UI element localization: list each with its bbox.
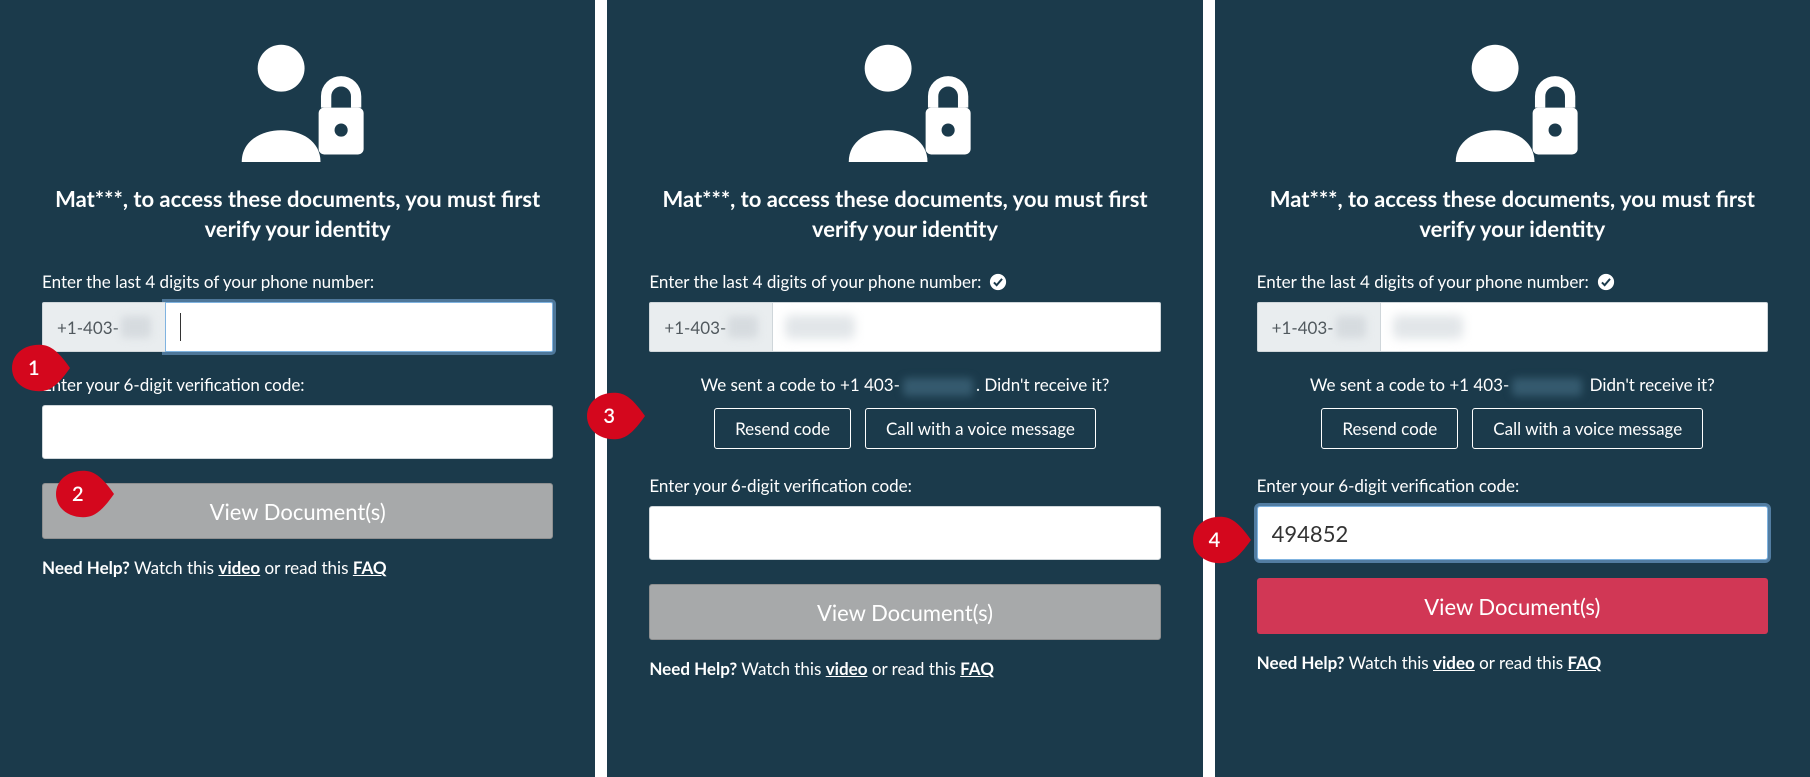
verify-panel-1: Mat***, to access these documents, you m…	[0, 0, 595, 777]
voice-call-button[interactable]: Call with a voice message	[1472, 408, 1703, 449]
phone-prefix: +1-403-	[649, 302, 772, 352]
callout-2: 2	[56, 470, 114, 518]
voice-call-button[interactable]: Call with a voice message	[865, 408, 1096, 449]
callout-4: 4	[1193, 516, 1251, 564]
phone-label: Enter the last 4 digits of your phone nu…	[649, 271, 1160, 292]
phone-last4-input[interactable]	[772, 302, 1160, 352]
phone-label: Enter the last 4 digits of your phone nu…	[1257, 271, 1768, 292]
verification-code-input[interactable]	[1257, 506, 1768, 560]
phone-last4-input[interactable]	[1380, 302, 1768, 352]
resend-code-button[interactable]: Resend code	[1321, 408, 1458, 449]
help-faq-link[interactable]: FAQ	[353, 557, 387, 578]
help-faq-link[interactable]: FAQ	[1568, 652, 1602, 673]
phone-last4-input[interactable]	[165, 302, 553, 352]
view-documents-button[interactable]: View Document(s)	[649, 584, 1160, 640]
code-sent-message: We sent a code to +1 403- Didn't receive…	[1257, 374, 1768, 396]
phone-prefix: +1-403-	[1257, 302, 1380, 352]
verification-code-input[interactable]	[649, 506, 1160, 560]
check-circle-icon	[1597, 273, 1615, 291]
help-row: Need Help? Watch this video or read this…	[42, 557, 553, 578]
help-video-link[interactable]: video	[218, 557, 260, 578]
view-documents-button[interactable]: View Document(s)	[1257, 578, 1768, 634]
user-lock-icon	[649, 36, 1160, 166]
heading: Mat***, to access these documents, you m…	[42, 184, 553, 243]
help-row: Need Help? Watch this video or read this…	[649, 658, 1160, 679]
check-circle-icon	[989, 273, 1007, 291]
help-video-link[interactable]: video	[1433, 652, 1475, 673]
code-sent-message: We sent a code to +1 403-. Didn't receiv…	[649, 374, 1160, 396]
help-video-link[interactable]: video	[826, 658, 868, 679]
user-lock-icon	[1257, 36, 1768, 166]
verify-panel-2: Mat***, to access these documents, you m…	[607, 0, 1202, 777]
callout-3: 3	[587, 392, 645, 440]
resend-button-row: Resend code Call with a voice message	[1257, 408, 1768, 449]
code-label: Enter your 6-digit verification code:	[42, 374, 553, 395]
code-label: Enter your 6-digit verification code:	[1257, 475, 1768, 496]
view-documents-button[interactable]: View Document(s)	[42, 483, 553, 539]
help-row: Need Help? Watch this video or read this…	[1257, 652, 1768, 673]
verify-panel-3: Mat***, to access these documents, you m…	[1215, 0, 1810, 777]
phone-input-row: +1-403-	[1257, 302, 1768, 352]
user-lock-icon	[42, 36, 553, 166]
heading: Mat***, to access these documents, you m…	[1257, 184, 1768, 243]
phone-label: Enter the last 4 digits of your phone nu…	[42, 271, 553, 292]
verification-code-input[interactable]	[42, 405, 553, 459]
resend-button-row: Resend code Call with a voice message	[649, 408, 1160, 449]
phone-input-row: +1-403-	[42, 302, 553, 352]
callout-1: 1	[12, 344, 70, 392]
code-label: Enter your 6-digit verification code:	[649, 475, 1160, 496]
heading: Mat***, to access these documents, you m…	[649, 184, 1160, 243]
resend-code-button[interactable]: Resend code	[714, 408, 851, 449]
phone-input-row: +1-403-	[649, 302, 1160, 352]
help-faq-link[interactable]: FAQ	[960, 658, 994, 679]
